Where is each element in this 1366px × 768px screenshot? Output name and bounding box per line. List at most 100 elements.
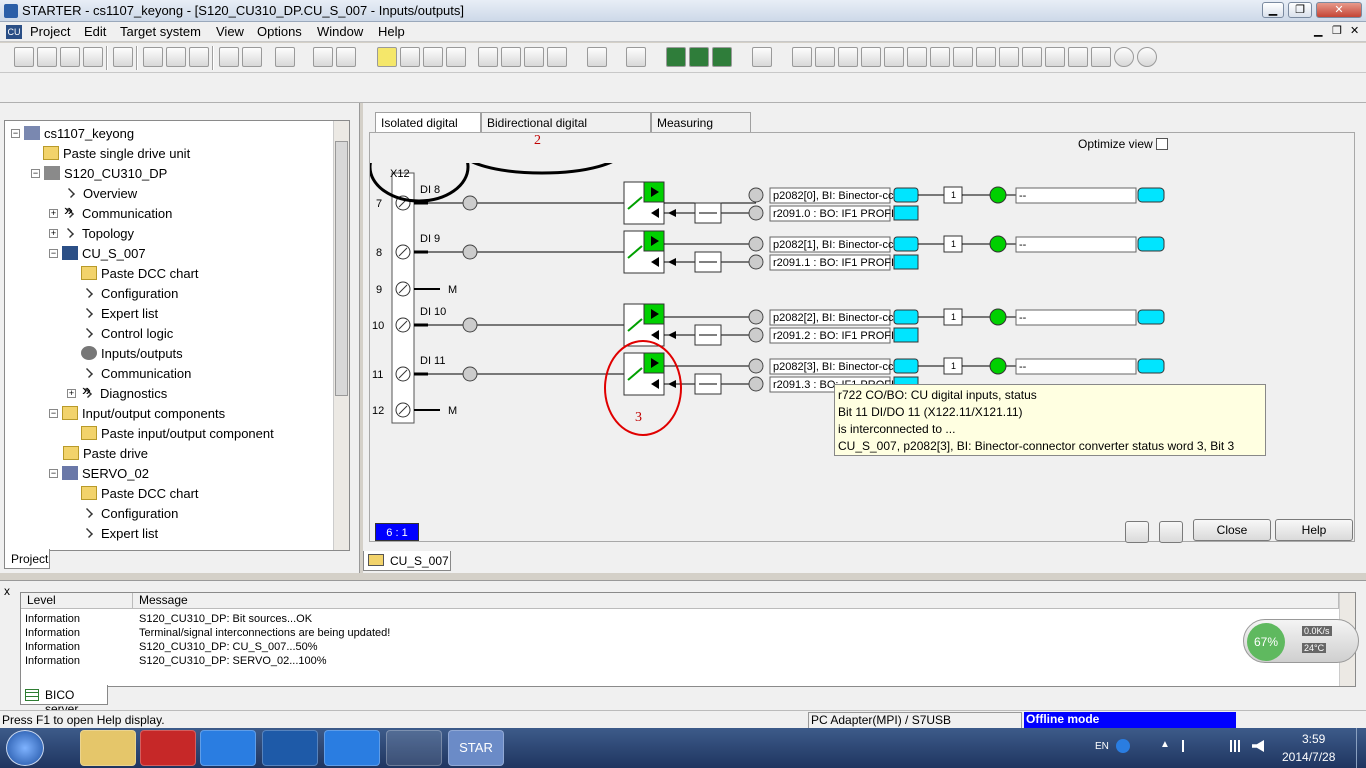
tree-item-diagnostics[interactable]: +Diagnostics (67, 382, 167, 402)
undo-icon[interactable] (219, 47, 239, 67)
tab-bico-server[interactable]: BICO server (20, 685, 108, 716)
copy-icon[interactable] (166, 47, 186, 67)
tree-item-servo-02[interactable]: − SERVO_02 (49, 464, 149, 482)
tab-measuring-sockets[interactable]: Measuring sockets (651, 112, 751, 144)
volume-icon[interactable] (1252, 740, 1264, 752)
tool-i-icon[interactable] (999, 47, 1019, 67)
tree-item-expert-list-2[interactable]: Expert list (81, 524, 158, 542)
restore-icon[interactable] (547, 47, 567, 67)
tree-item-paste-drive-unit[interactable]: Paste single drive unit (43, 144, 190, 162)
control-panel-icon[interactable] (752, 47, 772, 67)
mdi-close-button[interactable]: ✕ (1350, 24, 1359, 37)
refresh-button[interactable] (1159, 521, 1183, 543)
paint-app[interactable] (386, 730, 442, 766)
tree-item-paste-io-component[interactable]: Paste input/output component (81, 424, 274, 442)
open-icon[interactable] (37, 47, 57, 67)
tree-item-configuration[interactable]: Configuration (81, 284, 178, 302)
maximize-button[interactable]: ❐ (1288, 2, 1312, 18)
doc-tab-cu-s-007[interactable]: CU_S_007 (363, 551, 451, 571)
tool-g-icon[interactable] (953, 47, 973, 67)
tool-k-icon[interactable] (1045, 47, 1065, 67)
mdi-minimize-button[interactable]: ▁ (1314, 24, 1322, 37)
tree-item-paste-dcc[interactable]: Paste DCC chart (81, 264, 199, 282)
tool-o-icon[interactable] (1137, 47, 1157, 67)
tab-isolated-inputs[interactable]: Isolated digital inputs (375, 112, 481, 144)
tool-l-icon[interactable] (1068, 47, 1088, 67)
start-button[interactable] (6, 730, 44, 766)
accessible-nodes-icon[interactable] (626, 47, 646, 67)
tree-scrollbar[interactable] (333, 121, 349, 550)
print-icon[interactable] (113, 47, 133, 67)
tree-item-expert-list[interactable]: Expert list (81, 304, 158, 322)
tool-h-icon[interactable] (976, 47, 996, 67)
tree-item-paste-dcc-2[interactable]: Paste DCC chart (81, 484, 199, 502)
tool-a-icon[interactable] (815, 47, 835, 67)
tree-item-control-logic[interactable]: Control logic (81, 324, 173, 342)
menu-view[interactable]: View (216, 24, 244, 39)
tool-f-icon[interactable] (930, 47, 950, 67)
help-cursor-icon[interactable] (275, 47, 295, 67)
menu-help[interactable]: Help (378, 24, 405, 39)
help-tray-icon[interactable] (1116, 739, 1130, 753)
apply-green-button[interactable] (1125, 521, 1149, 543)
tree-item-s120[interactable]: − S120_CU310_DP (31, 164, 167, 182)
copy-ram-icon[interactable] (524, 47, 544, 67)
network-icon[interactable] (446, 47, 466, 67)
tree-item-io-components[interactable]: − Input/output components (49, 404, 225, 422)
load-pg-icon[interactable] (400, 47, 420, 67)
paste-icon[interactable] (189, 47, 209, 67)
column-message[interactable]: Message (133, 593, 1339, 609)
xe-icon[interactable] (336, 47, 356, 67)
safari-app[interactable] (324, 730, 380, 766)
menu-window[interactable]: Window (317, 24, 363, 39)
language-indicator[interactable]: EN (1095, 741, 1109, 752)
close-panel-icon[interactable]: x (4, 584, 10, 598)
mdi-restore-button[interactable]: ❐ (1332, 24, 1342, 37)
tool-d-icon[interactable] (884, 47, 904, 67)
browser-app[interactable] (200, 730, 256, 766)
optimize-view-checkbox[interactable] (1156, 138, 1168, 150)
menu-options[interactable]: Options (257, 24, 302, 39)
tree-item-configuration-2[interactable]: Configuration (81, 504, 178, 522)
download-icon[interactable] (478, 47, 498, 67)
menu-edit[interactable]: Edit (84, 24, 106, 39)
new-icon[interactable] (14, 47, 34, 67)
tool-b-icon[interactable] (838, 47, 858, 67)
show-desktop-button[interactable] (1356, 728, 1366, 768)
xi-icon[interactable] (313, 47, 333, 67)
starter-app[interactable]: STAR (448, 730, 504, 766)
trace-icon[interactable] (666, 47, 686, 67)
menu-target-system[interactable]: Target system (120, 24, 201, 39)
tree-item-communication-2[interactable]: Communication (81, 364, 191, 382)
tree-item-overview[interactable]: Overview (63, 184, 137, 202)
clock-date[interactable]: 2014/7/28 (1282, 750, 1335, 764)
redo-icon[interactable] (242, 47, 262, 67)
tool-m-icon[interactable] (1091, 47, 1111, 67)
tree-item-topology[interactable]: + Topology (49, 224, 134, 242)
clock-time[interactable]: 3:59 (1302, 732, 1325, 746)
tree-item-cu-s-007[interactable]: − CU_S_007 (49, 244, 146, 262)
device-icon[interactable] (587, 47, 607, 67)
upload-icon[interactable] (501, 47, 521, 67)
cut-icon[interactable] (143, 47, 163, 67)
connect-icon[interactable] (377, 47, 397, 67)
tree-item-communication[interactable]: +Communication (49, 202, 172, 222)
param-list-icon[interactable] (792, 47, 812, 67)
tool-e-icon[interactable] (907, 47, 927, 67)
save-icon[interactable] (60, 47, 80, 67)
menu-project[interactable]: Project (30, 24, 70, 39)
tray-expand-icon[interactable]: ▲ (1160, 739, 1170, 750)
tree-item-inputs-outputs[interactable]: Inputs/outputs (81, 344, 183, 362)
tree-item-paste-drive[interactable]: Paste drive (63, 444, 148, 462)
tool-c-icon[interactable] (861, 47, 881, 67)
network-tray-icon[interactable] (1230, 740, 1244, 752)
help-button[interactable]: Help (1275, 519, 1353, 541)
tree-item-project[interactable]: − cs1107_keyong (11, 124, 134, 142)
pdf-app[interactable] (140, 730, 196, 766)
tab-bidirectional-io[interactable]: Bidirectional digital inputs/outputs (481, 112, 651, 144)
load-cpu-icon[interactable] (423, 47, 443, 67)
explorer-app[interactable] (80, 730, 136, 766)
flag-icon[interactable] (1182, 740, 1194, 752)
save-compile-icon[interactable] (83, 47, 103, 67)
scroll-thumb[interactable] (335, 141, 348, 396)
